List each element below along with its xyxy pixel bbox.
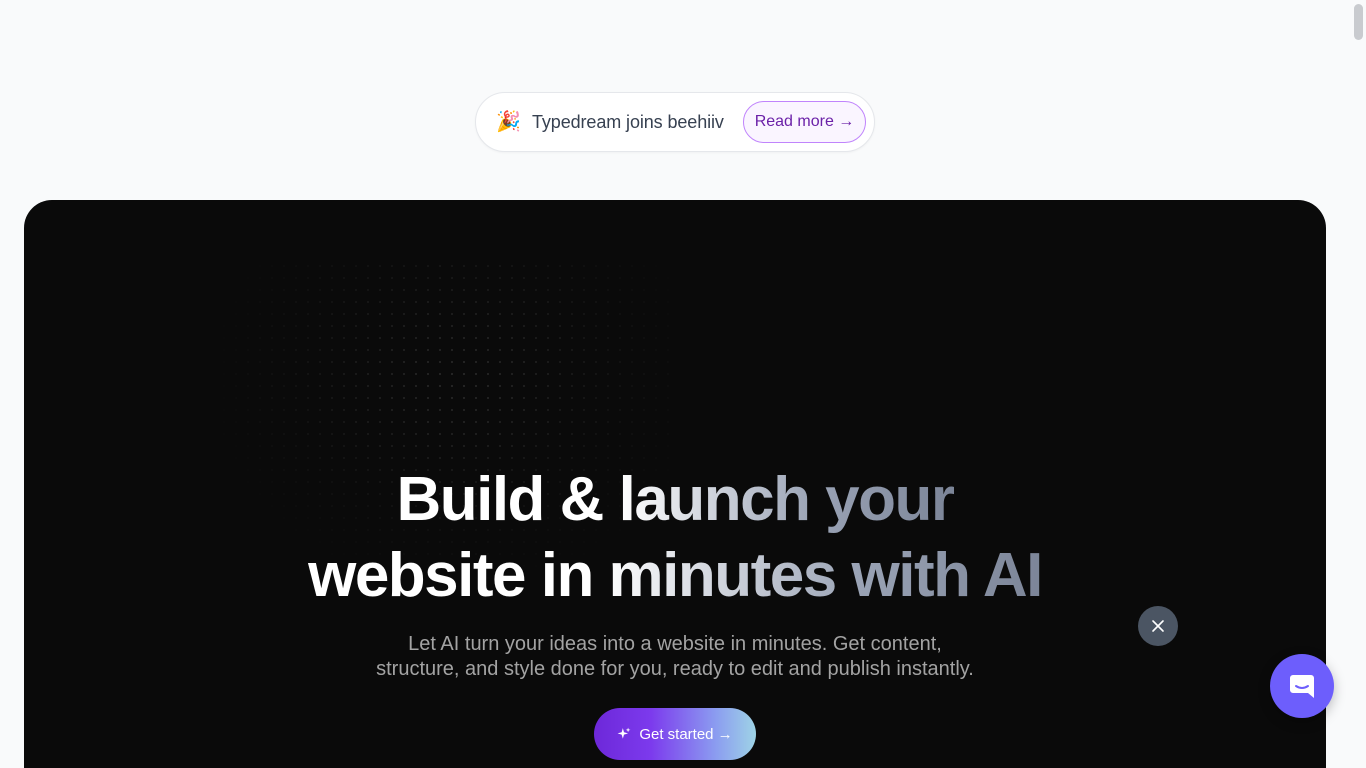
scrollbar[interactable] (1352, 0, 1366, 768)
headline-line-1: Build & launch your (396, 462, 955, 538)
sparkle-icon (617, 727, 631, 739)
chat-launcher-button[interactable] (1270, 654, 1334, 718)
party-popper-icon: 🎉 (496, 111, 521, 133)
get-started-label: Get started → (639, 725, 733, 743)
announcement-banner: 🎉 Typedream joins beehiiv Read more → (475, 92, 875, 152)
hero-headline: Build & launch your website in minutes w… (24, 462, 1326, 614)
headline-line-2: website in minutes with AI (308, 538, 1043, 614)
hero-subtitle: Let AI turn your ideas into a website in… (24, 632, 1326, 682)
chat-icon (1290, 675, 1314, 698)
close-chat-button[interactable] (1138, 606, 1178, 646)
subtitle-line-1: Let AI turn your ideas into a website in… (408, 633, 942, 655)
close-icon (1152, 620, 1164, 632)
get-started-button[interactable]: Get started → (594, 708, 756, 760)
scrollbar-thumb[interactable] (1354, 4, 1363, 40)
announcement-text: Typedream joins beehiiv (532, 111, 724, 132)
hero-section: Build & launch your website in minutes w… (24, 200, 1326, 768)
subtitle-line-2: structure, and style done for you, ready… (376, 658, 974, 680)
page: 🎉 Typedream joins beehiiv Read more → Bu… (0, 0, 1366, 768)
read-more-button[interactable]: Read more → (743, 101, 866, 143)
